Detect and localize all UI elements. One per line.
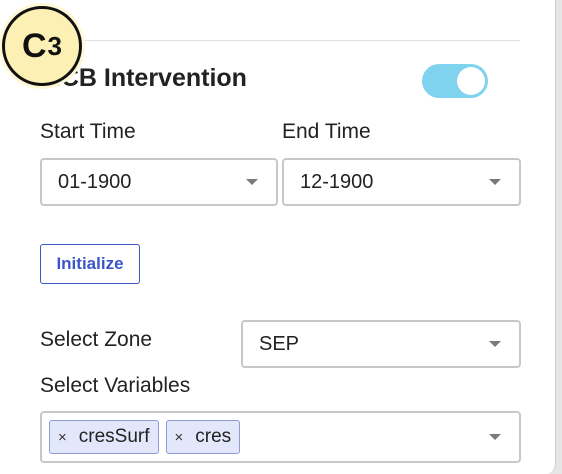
settings-panel: MCB Intervention Start Time End Time 01-…: [0, 0, 556, 474]
badge-letter: C: [21, 26, 47, 65]
toggle-knob: [457, 67, 485, 95]
chevron-down-icon: [489, 341, 501, 347]
intervention-toggle[interactable]: [422, 64, 488, 98]
zone-select[interactable]: SEP: [241, 320, 521, 368]
remove-icon[interactable]: ×: [58, 429, 67, 446]
badge-number: 3: [47, 30, 63, 61]
chip-label: cresSurf: [78, 426, 150, 447]
start-time-select[interactable]: 01-1900: [40, 158, 278, 206]
end-time-select[interactable]: 12-1900: [282, 158, 521, 206]
end-time-label: End Time: [282, 120, 371, 143]
step-badge: C3: [2, 6, 82, 86]
select-zone-label: Select Zone: [40, 328, 153, 351]
divider: [40, 40, 520, 41]
chip-label: cres: [195, 426, 232, 447]
end-time-value: 12-1900: [300, 170, 374, 193]
select-variables-label: Select Variables: [40, 374, 191, 397]
initialize-button[interactable]: Initialize: [40, 244, 140, 284]
variables-multiselect[interactable]: × cresSurf × cres: [40, 411, 521, 463]
zone-value: SEP: [259, 332, 300, 355]
variable-chip: × cresSurf: [49, 420, 159, 454]
remove-icon[interactable]: ×: [175, 429, 184, 446]
start-time-label: Start Time: [40, 120, 136, 143]
start-time-value: 01-1900: [58, 170, 132, 193]
variable-chip: × cres: [165, 420, 241, 454]
chevron-down-icon: [489, 434, 501, 440]
chevron-down-icon: [489, 179, 501, 185]
chevron-down-icon: [246, 179, 258, 185]
